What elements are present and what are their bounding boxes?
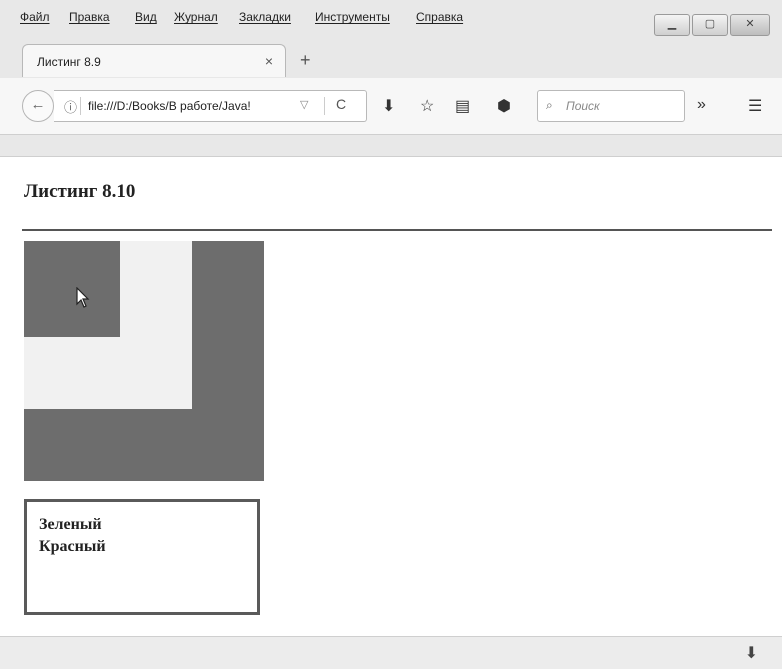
minimize-button[interactable]: ▁ <box>654 14 690 36</box>
menu-file[interactable]: Файл <box>20 10 50 24</box>
tab-close-icon[interactable]: × <box>265 53 273 69</box>
search-input[interactable]: ⌕ Поиск <box>537 90 685 122</box>
reload-icon[interactable]: C <box>336 96 346 112</box>
menu-view[interactable]: Вид <box>135 10 157 24</box>
back-button[interactable]: ← <box>22 90 54 122</box>
horizontal-rule <box>22 229 772 231</box>
address-bar[interactable]: ⓘ file:///D:/Books/В работе/Java! ▽ C <box>54 90 367 122</box>
hamburger-menu-icon[interactable]: ☰ <box>748 96 762 116</box>
inner-block[interactable] <box>24 241 120 337</box>
download-icon[interactable]: ⬇ <box>382 96 395 116</box>
middle-block[interactable] <box>24 241 192 409</box>
close-window-button[interactable]: ✕ <box>730 14 770 36</box>
log-line: Зеленый <box>39 516 102 533</box>
menu-tools[interactable]: Инструменты <box>315 10 390 24</box>
mouse-cursor-icon <box>76 287 90 308</box>
bookmark-star-icon[interactable]: ☆ <box>420 96 434 116</box>
minimize-icon: ▁ <box>667 18 677 30</box>
url-text[interactable]: file:///D:/Books/В работе/Java! <box>88 99 284 113</box>
tab-title: Листинг 8.9 <box>37 55 101 69</box>
tab-strip: Листинг 8.9 × + <box>0 38 782 78</box>
status-bar: ⬇ <box>0 636 782 669</box>
page-content: Листинг 8.10 Зеленый Красный <box>0 156 782 637</box>
tab-listing[interactable]: Листинг 8.9 × <box>22 44 286 77</box>
menu-edit[interactable]: Правка <box>69 10 110 24</box>
url-separator <box>80 97 81 115</box>
reload-separator <box>324 97 325 115</box>
url-dropdown-icon[interactable]: ▽ <box>300 98 308 111</box>
back-arrow-icon: ← <box>30 96 46 113</box>
overflow-icon[interactable]: » <box>697 96 706 114</box>
log-line: Красный <box>39 538 106 555</box>
new-tab-icon[interactable]: + <box>300 50 311 71</box>
outer-block[interactable] <box>24 241 264 481</box>
info-icon[interactable]: ⓘ <box>64 97 77 116</box>
close-icon: ✕ <box>745 18 755 30</box>
search-icon: ⌕ <box>546 98 553 112</box>
pocket-icon[interactable]: ⬢ <box>497 96 511 116</box>
window-controls: ▁ ▢ ✕ <box>654 14 770 38</box>
browser-chrome: Файл Правка Вид Журнал Закладки Инструме… <box>0 0 782 156</box>
navigation-toolbar: ← ⓘ file:///D:/Books/В работе/Java! ▽ C … <box>0 78 782 135</box>
status-download-icon[interactable]: ⬇ <box>745 643 758 663</box>
event-log-box: Зеленый Красный <box>24 499 260 615</box>
page-title: Листинг 8.10 <box>24 181 136 202</box>
menu-help[interactable]: Справка <box>416 10 463 24</box>
menu-history[interactable]: Журнал <box>174 10 218 24</box>
maximize-icon: ▢ <box>704 18 716 30</box>
maximize-button[interactable]: ▢ <box>692 14 728 36</box>
library-icon[interactable]: ▤ <box>455 96 470 116</box>
menu-bookmarks[interactable]: Закладки <box>239 10 291 24</box>
search-placeholder: Поиск <box>566 99 600 113</box>
